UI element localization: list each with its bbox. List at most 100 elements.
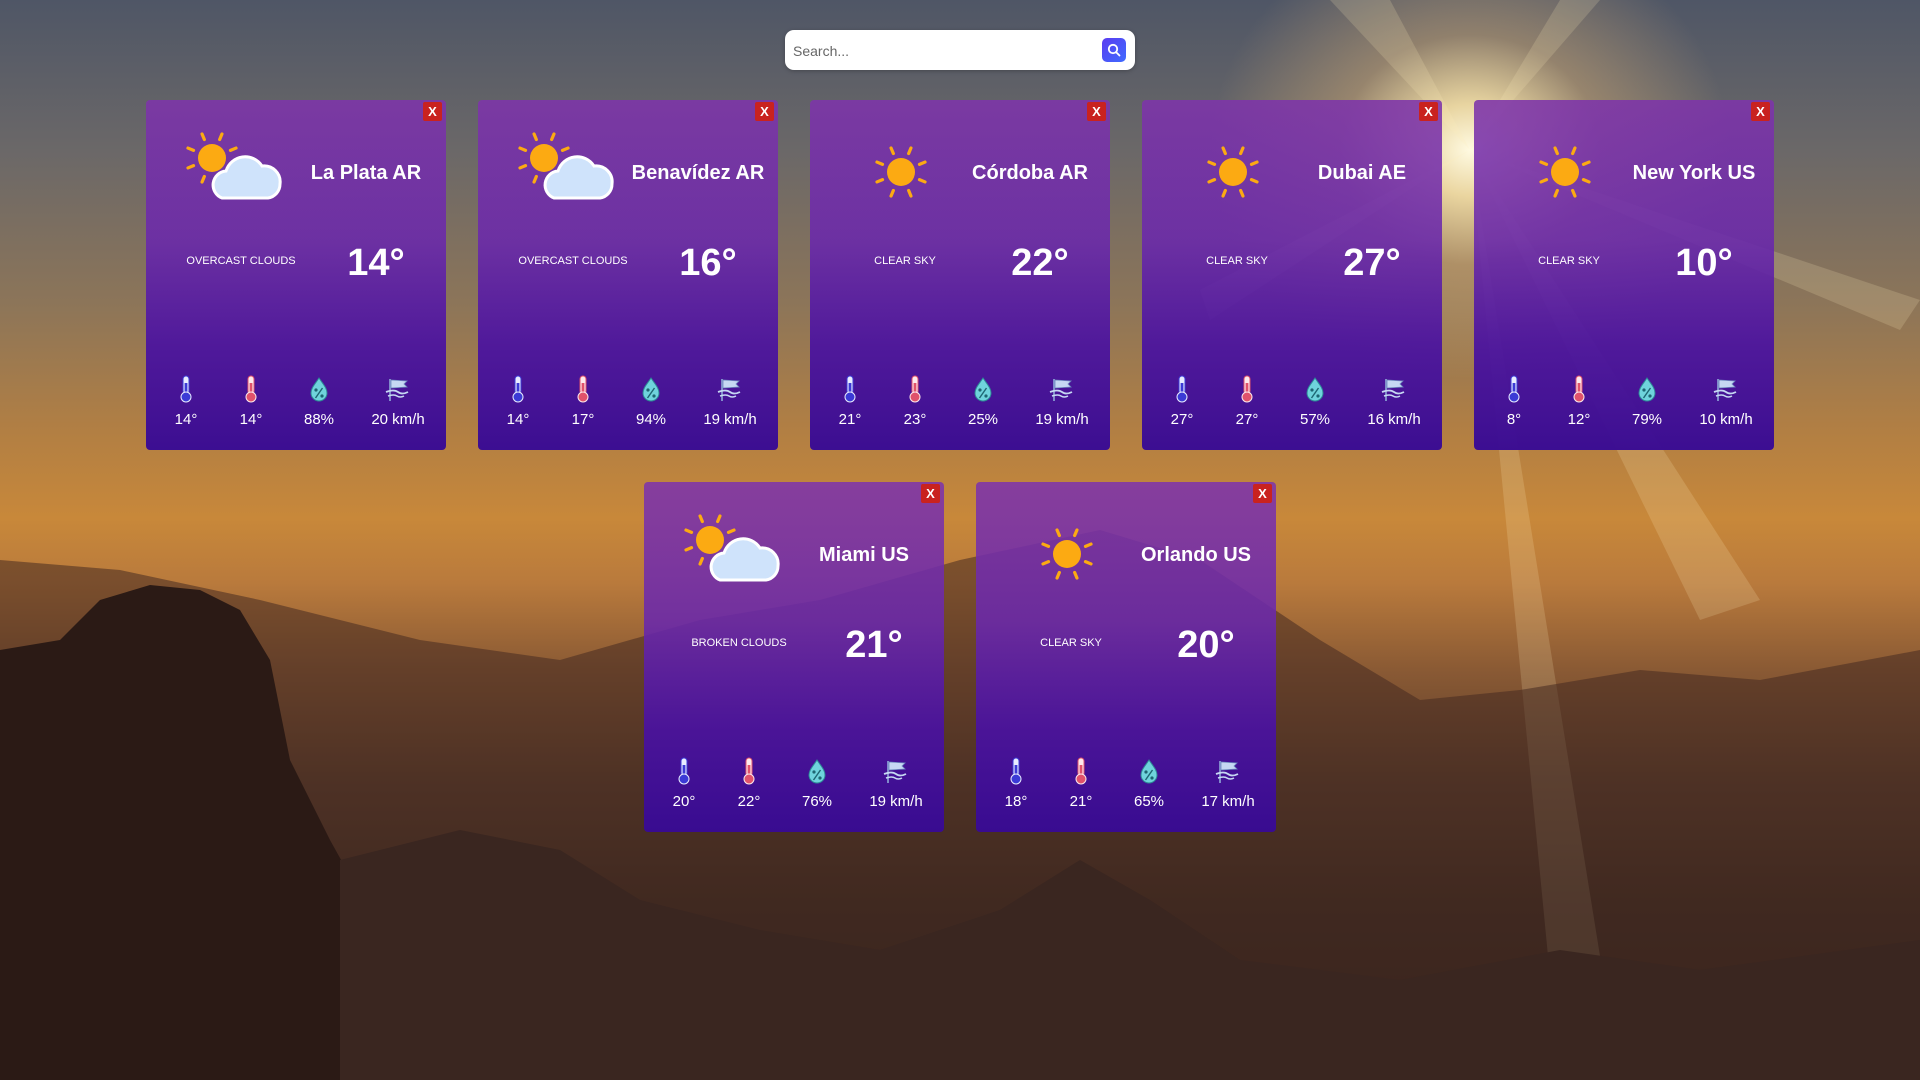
close-card-button[interactable]: X (423, 102, 442, 121)
search-input[interactable] (791, 35, 1095, 67)
wind-value: 16 km/h (1367, 411, 1421, 428)
close-card-button[interactable]: X (1253, 484, 1272, 503)
partly-cloudy-icon (514, 128, 624, 208)
weather-card-miami-us: X Miami US BROKEN CLOUDS 21° 20° 22° 76%… (644, 482, 944, 832)
sun-icon (1178, 128, 1288, 208)
wind-icon (717, 379, 741, 401)
weather-description: CLEAR SKY (874, 255, 936, 267)
close-card-button[interactable]: X (755, 102, 774, 121)
current-temperature: 10° (1675, 242, 1733, 284)
wind-icon (1713, 379, 1737, 401)
current-temperature: 22° (1011, 242, 1069, 284)
weather-stats: 27° 27° 57% 16 km/h (1142, 375, 1442, 435)
wind-stat: 16 km/h (1354, 375, 1434, 428)
humidity-icon (1306, 377, 1324, 402)
thermometer-cold-icon (1508, 375, 1520, 403)
city-name: Dubai AE (1317, 162, 1407, 184)
thermometer-hot-icon (1573, 375, 1585, 403)
wind-icon (883, 761, 907, 783)
thermometer-hot-icon (245, 375, 257, 403)
wind-stat: 19 km/h (856, 757, 936, 810)
weather-description: CLEAR SKY (1538, 255, 1600, 267)
weather-stats: 20° 22° 76% 19 km/h (644, 757, 944, 817)
thermometer-cold-icon (512, 375, 524, 403)
wind-stat: 20 km/h (358, 375, 438, 428)
humidity-icon (1140, 759, 1158, 784)
wind-value: 10 km/h (1699, 411, 1753, 428)
weather-description: BROKEN CLOUDS (691, 637, 787, 649)
weather-stats: 21° 23° 25% 19 km/h (810, 375, 1110, 435)
humidity-stat: 88% (279, 375, 359, 428)
search-bar (785, 30, 1135, 70)
weather-stats: 18° 21° 65% 17 km/h (976, 757, 1276, 817)
weather-stats: 14° 17° 94% 19 km/h (478, 375, 778, 435)
humidity-stat: 57% (1275, 375, 1355, 428)
humidity-value: 65% (1133, 793, 1165, 810)
thermometer-hot-icon (577, 375, 589, 403)
wind-icon (1381, 379, 1405, 401)
weather-card-c-rdoba-ar: X Córdoba AR CLEAR SKY 22° 21° 23° 25% 1… (810, 100, 1110, 450)
weather-card-dubai-ae: X Dubai AE CLEAR SKY 27° 27° 27° 57% 16 … (1142, 100, 1442, 450)
search-button[interactable] (1102, 38, 1126, 62)
current-temperature: 20° (1177, 624, 1235, 666)
wind-stat: 19 km/h (1022, 375, 1102, 428)
humidity-stat: 79% (1607, 375, 1687, 428)
humidity-value: 79% (1631, 411, 1663, 428)
weather-card-benav-dez-ar: X Benavídez AR OVERCAST CLOUDS 16° 14° 1… (478, 100, 778, 450)
wind-stat: 19 km/h (690, 375, 770, 428)
sun-icon (846, 128, 956, 208)
humidity-value: 76% (801, 793, 833, 810)
current-temperature: 21° (845, 624, 903, 666)
humidity-stat: 94% (611, 375, 691, 428)
wind-icon (385, 379, 409, 401)
city-name: New York US (1632, 162, 1756, 184)
thermometer-cold-icon (844, 375, 856, 403)
weather-description: OVERCAST CLOUDS (186, 255, 296, 267)
partly-cloudy-icon (182, 128, 292, 208)
close-card-button[interactable]: X (921, 484, 940, 503)
humidity-value: 94% (635, 411, 667, 428)
close-card-button[interactable]: X (1419, 102, 1438, 121)
humidity-icon (974, 377, 992, 402)
sun-icon (1012, 510, 1122, 590)
thermometer-hot-icon (1241, 375, 1253, 403)
weather-description: CLEAR SKY (1040, 637, 1102, 649)
wind-value: 19 km/h (869, 793, 923, 810)
wind-value: 19 km/h (703, 411, 757, 428)
city-name: Miami US (818, 544, 910, 566)
humidity-value: 57% (1299, 411, 1331, 428)
thermometer-hot-icon (909, 375, 921, 403)
weather-description: OVERCAST CLOUDS (518, 255, 628, 267)
thermometer-cold-icon (1010, 757, 1022, 785)
weather-stats: 8° 12° 79% 10 km/h (1474, 375, 1774, 435)
city-name: La Plata AR (310, 162, 422, 184)
city-name: Orlando US (1140, 544, 1251, 566)
weather-stats: 14° 14° 88% 20 km/h (146, 375, 446, 435)
weather-card-la-plata-ar: X La Plata AR OVERCAST CLOUDS 14° 14° 14… (146, 100, 446, 450)
humidity-icon (642, 377, 660, 402)
thermometer-cold-icon (1176, 375, 1188, 403)
close-card-button[interactable]: X (1087, 102, 1106, 121)
search-icon (1107, 43, 1121, 57)
current-temperature: 27° (1343, 242, 1401, 284)
sun-icon (1510, 128, 1620, 208)
wind-stat: 17 km/h (1188, 757, 1268, 810)
current-temperature: 16° (679, 242, 737, 284)
humidity-icon (1638, 377, 1656, 402)
thermometer-hot-icon (743, 757, 755, 785)
close-card-button[interactable]: X (1751, 102, 1770, 121)
city-name: Córdoba AR (972, 162, 1088, 184)
wind-value: 19 km/h (1035, 411, 1089, 428)
humidity-value: 25% (967, 411, 999, 428)
weather-card-new-york-us: X New York US CLEAR SKY 10° 8° 12° 79% 1… (1474, 100, 1774, 450)
wind-value: 20 km/h (371, 411, 425, 428)
wind-value: 17 km/h (1201, 793, 1255, 810)
weather-description: CLEAR SKY (1206, 255, 1268, 267)
city-name: Benavídez AR (631, 162, 765, 184)
humidity-icon (310, 377, 328, 402)
humidity-icon (808, 759, 826, 784)
thermometer-cold-icon (678, 757, 690, 785)
thermometer-cold-icon (180, 375, 192, 403)
wind-icon (1049, 379, 1073, 401)
thermometer-hot-icon (1075, 757, 1087, 785)
